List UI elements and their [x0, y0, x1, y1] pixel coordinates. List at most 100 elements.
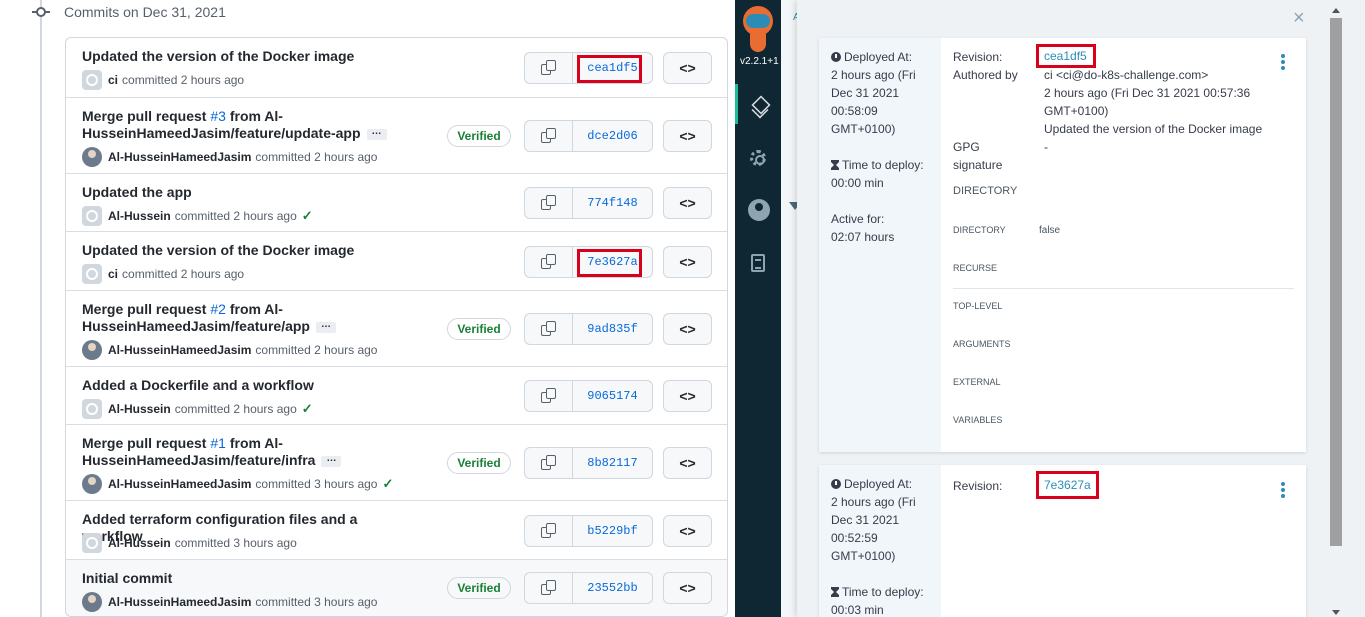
commit-sha-link[interactable]: 774f148	[573, 187, 653, 219]
committed-word: committed	[255, 150, 311, 164]
commit-title[interactable]: Merge pull request #3 from Al-HusseinHam…	[82, 108, 412, 142]
active-for-value: 02:07 hours	[831, 230, 895, 244]
revision-info: Revision: 7e3627a	[953, 465, 1306, 617]
scroll-up-icon[interactable]	[1332, 8, 1340, 13]
commit-sha-link[interactable]: dce2d06	[573, 120, 653, 152]
verified-badge[interactable]: Verified	[447, 452, 511, 474]
scrollbar[interactable]	[1329, 8, 1343, 615]
copy-sha-button[interactable]	[524, 52, 573, 84]
nav-documentation[interactable]	[735, 243, 781, 283]
verified-badge[interactable]: Verified	[447, 577, 511, 599]
commit-author[interactable]: ci	[108, 73, 118, 87]
committed-word: committed	[255, 343, 311, 357]
commit-title[interactable]: Updated the version of the Docker image	[82, 242, 412, 259]
check-icon[interactable]: ✓	[382, 476, 393, 492]
commit-author[interactable]: Al-HusseinHameedJasim	[108, 343, 251, 357]
expand-message-button[interactable]: …	[315, 319, 336, 333]
browse-repo-button[interactable]: <>	[663, 187, 712, 219]
commit-author[interactable]: Al-HusseinHameedJasim	[108, 595, 251, 609]
copy-sha-button[interactable]	[524, 380, 573, 412]
commit-sha-link[interactable]: 23552bb	[573, 572, 653, 604]
directory-label: DIRECTORY	[953, 225, 1006, 235]
kebab-menu-icon[interactable]	[1281, 54, 1285, 70]
avatar[interactable]	[82, 206, 102, 226]
commit-sha-link[interactable]: 8b82117	[573, 447, 653, 479]
expand-message-button[interactable]: …	[366, 126, 387, 140]
avatar[interactable]	[82, 147, 102, 167]
timeline-title: Commits on Dec 31, 2021	[64, 4, 226, 20]
committed-word: committed	[174, 209, 231, 223]
kebab-menu-icon[interactable]	[1281, 482, 1285, 498]
commit-row: Merge pull request #3 from Al-HusseinHam…	[66, 98, 727, 174]
avatar[interactable]	[82, 264, 102, 284]
copy-icon	[540, 455, 557, 471]
browse-repo-button[interactable]: <>	[663, 120, 712, 152]
commit-title[interactable]: Initial commit	[82, 570, 412, 587]
verified-badge[interactable]: Verified	[447, 318, 511, 340]
pull-request-link[interactable]: #2	[210, 301, 226, 317]
avatar[interactable]	[82, 399, 102, 419]
commit-sha-link[interactable]: cea1df5	[573, 52, 653, 84]
scroll-thumb[interactable]	[1330, 18, 1342, 546]
copy-sha-button[interactable]	[524, 572, 573, 604]
browse-repo-button[interactable]: <>	[663, 515, 712, 547]
check-icon[interactable]: ✓	[302, 208, 313, 224]
revision-label: Revision:	[953, 50, 1003, 64]
close-icon[interactable]: ×	[1293, 8, 1305, 28]
expand-message-button[interactable]: …	[321, 453, 342, 467]
browse-repo-button[interactable]: <>	[663, 246, 712, 278]
commit-time: 3 hours ago	[314, 595, 378, 609]
commit-title[interactable]: Updated the app	[82, 184, 412, 201]
copy-sha-button[interactable]	[524, 313, 573, 345]
commit-title[interactable]: Merge pull request #2 from Al-HusseinHam…	[82, 301, 412, 335]
active-for-label: Active for:	[831, 212, 885, 226]
nav-applications[interactable]	[735, 84, 781, 124]
avatar[interactable]	[82, 70, 102, 90]
avatar[interactable]	[82, 592, 102, 612]
browse-repo-button[interactable]: <>	[663, 52, 712, 84]
commit-sha-link[interactable]: b5229bf	[573, 515, 653, 547]
copy-sha-button[interactable]	[524, 246, 573, 278]
copy-sha-button[interactable]	[524, 120, 573, 152]
avatar[interactable]	[82, 474, 102, 494]
commit-time: 2 hours ago	[314, 150, 378, 164]
variables-label: VARIABLES	[953, 415, 1003, 425]
copy-sha-button[interactable]	[524, 187, 573, 219]
top-level-label: TOP-LEVEL	[953, 301, 1003, 311]
avatar[interactable]	[82, 340, 102, 360]
nav-settings[interactable]	[735, 138, 781, 178]
pull-request-link[interactable]: #1	[210, 435, 226, 451]
scroll-down-icon[interactable]	[1332, 610, 1340, 615]
commit-sha-link[interactable]: 7e3627a	[573, 246, 653, 278]
history-card-2: Deployed At: 2 hours ago (Fri Dec 31 202…	[819, 465, 1306, 617]
pull-request-link[interactable]: #3	[210, 108, 226, 124]
commit-row: Merge pull request #2 from Al-HusseinHam…	[66, 291, 727, 367]
browse-repo-button[interactable]: <>	[663, 313, 712, 345]
argo-logo-icon[interactable]	[741, 6, 775, 52]
copy-sha-button[interactable]	[524, 447, 573, 479]
avatar[interactable]	[82, 533, 102, 553]
commit-sha-link[interactable]: 9ad835f	[573, 313, 653, 345]
commit-author[interactable]: Al-Hussein	[108, 209, 171, 223]
browse-repo-button[interactable]: <>	[663, 447, 712, 479]
nav-user-info[interactable]	[735, 189, 781, 229]
active-for: Active for: 02:07 hours	[831, 210, 935, 246]
verified-badge[interactable]: Verified	[447, 125, 511, 147]
copy-sha-button[interactable]	[524, 515, 573, 547]
commit-author[interactable]: Al-HusseinHameedJasim	[108, 477, 251, 491]
commit-message: Updated the version of the Docker image	[1044, 122, 1263, 136]
commit-time: 2 hours ago	[233, 402, 297, 416]
check-icon[interactable]: ✓	[302, 401, 313, 417]
authored-by-label: Authored by	[953, 68, 1018, 82]
browse-repo-button[interactable]: <>	[663, 572, 712, 604]
commit-author[interactable]: Al-Hussein	[108, 402, 171, 416]
commit-title[interactable]: Added a Dockerfile and a workflow	[82, 377, 412, 394]
browse-repo-button[interactable]: <>	[663, 380, 712, 412]
commit-sha-link[interactable]: 9065174	[573, 380, 653, 412]
commit-meta: Al-HusseinHameedJasim committed 3 hours a…	[82, 592, 377, 612]
commit-author[interactable]: Al-Hussein	[108, 536, 171, 550]
commit-title[interactable]: Merge pull request #1 from Al-HusseinHam…	[82, 435, 412, 469]
commit-author[interactable]: ci	[108, 267, 118, 281]
commit-author[interactable]: Al-HusseinHameedJasim	[108, 150, 251, 164]
commit-title[interactable]: Updated the version of the Docker image	[82, 48, 412, 65]
